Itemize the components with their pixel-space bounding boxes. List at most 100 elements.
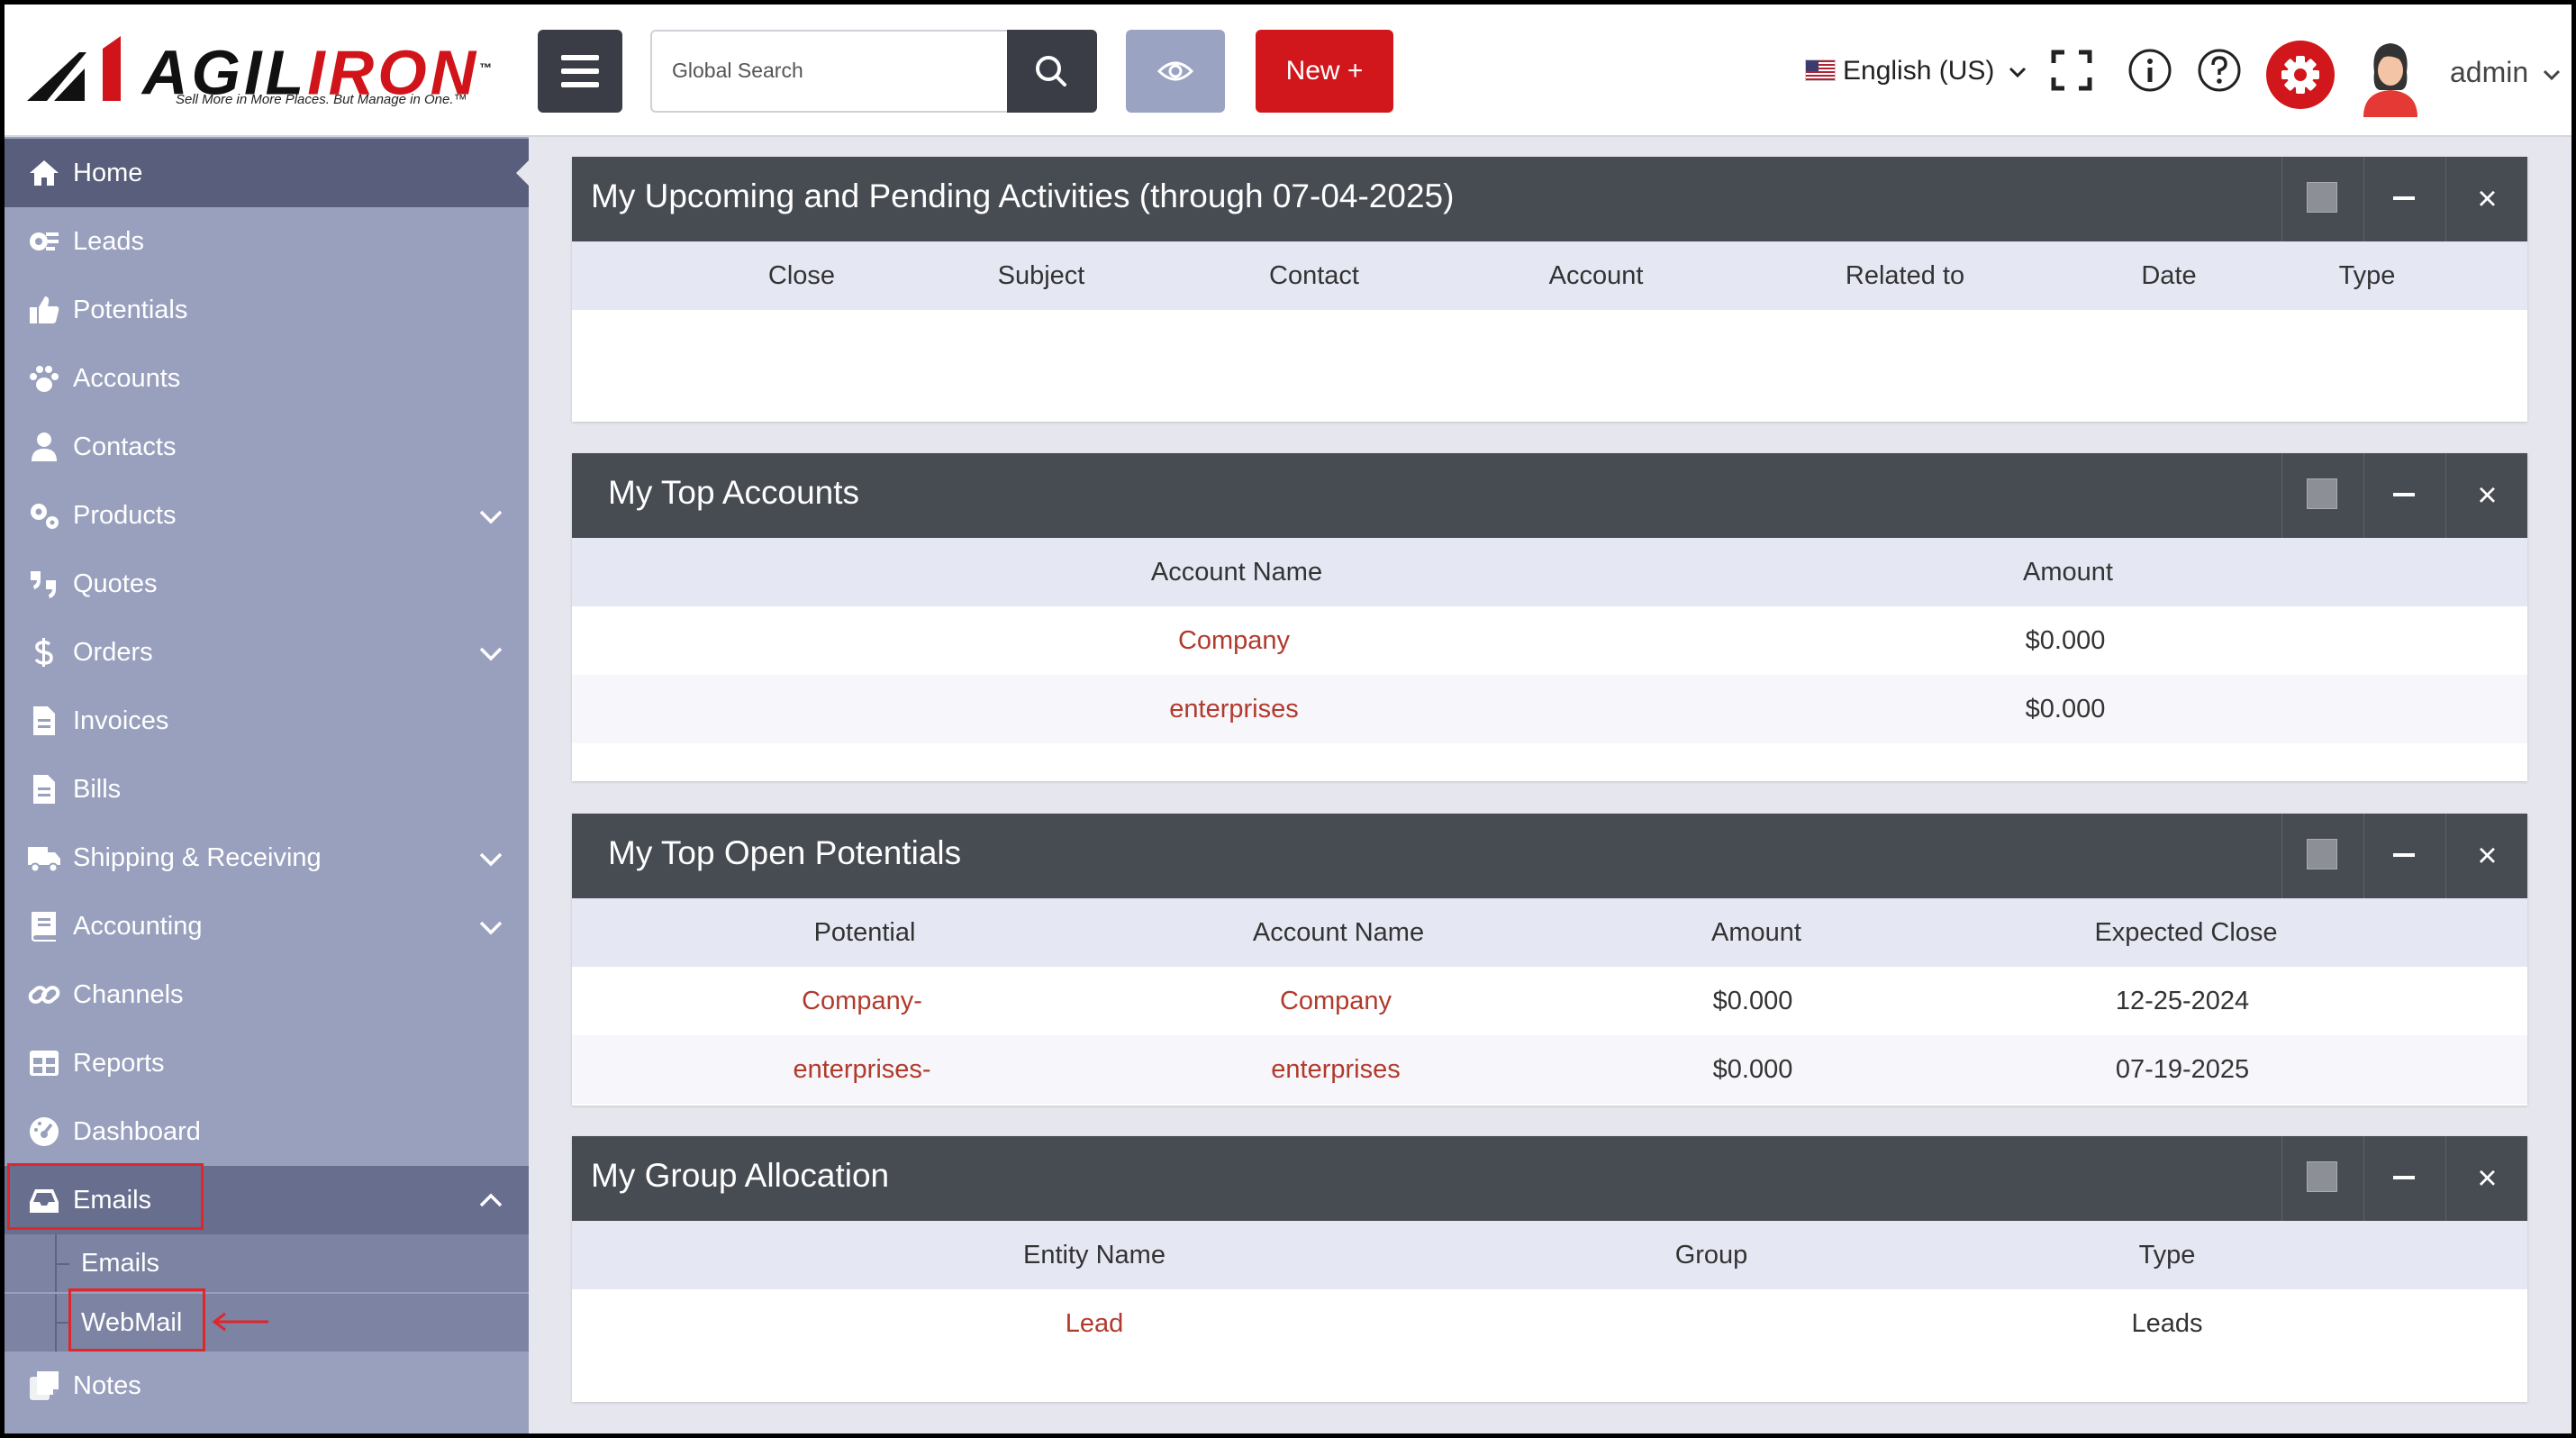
search-button[interactable] [1007, 30, 1097, 113]
highlight-box-webmail [68, 1288, 205, 1352]
global-search-input[interactable] [670, 32, 998, 109]
minus-icon [2393, 1176, 2415, 1179]
annotation-arrow-icon [212, 1312, 268, 1332]
table-row: enterprises- enterprises $0.000 07-19-20… [572, 1035, 2527, 1104]
user-icon [32, 432, 57, 461]
expected-close-cell: 12-25-2024 [2115, 987, 2250, 1015]
panel-close-button[interactable]: × [2445, 814, 2528, 898]
table-row: Company $0.000 [572, 606, 2527, 675]
panel-close-button[interactable]: × [2445, 1136, 2528, 1221]
minus-icon [2393, 853, 2415, 857]
new-button[interactable]: New + [1256, 30, 1393, 113]
column-header[interactable]: Account Name [1151, 538, 1322, 606]
panel-maximize-button[interactable] [2281, 157, 2364, 241]
sidebar-item-shipping-receiving[interactable]: Shipping & Receiving [5, 824, 529, 892]
sidebar-item-quotes[interactable]: Quotes [5, 550, 529, 618]
column-header[interactable]: Related to [1846, 241, 1964, 310]
column-header[interactable]: Type [2139, 1221, 2196, 1289]
sidebar-item-products[interactable]: Products [5, 481, 529, 550]
leads-icon [30, 232, 59, 250]
sidebar-item-contacts[interactable]: Contacts [5, 413, 529, 481]
panel-close-button[interactable]: × [2445, 453, 2528, 538]
sidebar-item-accounting[interactable]: Accounting [5, 892, 529, 960]
logo-tagline: Sell More in More Places. But Manage in … [176, 92, 467, 107]
column-header[interactable]: Contact [1269, 241, 1359, 310]
panel-minimize-button[interactable] [2363, 157, 2446, 241]
top-accounts-panel: My Top Accounts × Account Name Amount Co… [572, 453, 2527, 781]
expected-close-cell: 07-19-2025 [2115, 1055, 2250, 1084]
chevron-down-icon [479, 852, 503, 867]
sidebar-item-potentials[interactable]: Potentials [5, 276, 529, 344]
home-icon [30, 160, 59, 186]
global-search-field[interactable] [650, 30, 1007, 113]
sidebar-item-orders[interactable]: Orders [5, 618, 529, 687]
panel-minimize-button[interactable] [2363, 1136, 2446, 1221]
panel-close-button[interactable]: × [2445, 157, 2528, 241]
hamburger-menu-button[interactable] [538, 30, 622, 113]
panel-maximize-button[interactable] [2281, 453, 2364, 538]
account-link[interactable]: enterprises [1271, 1035, 1400, 1104]
panel-header: My Upcoming and Pending Activities (thro… [572, 157, 2527, 241]
sidebar-item-notes[interactable]: Notes [5, 1352, 529, 1420]
column-header[interactable]: Account [1549, 241, 1644, 310]
potential-link[interactable]: Company- [802, 967, 922, 1035]
column-header[interactable]: Type [2339, 241, 2396, 310]
chevron-down-icon [2543, 69, 2561, 80]
gear-icon [2281, 56, 2319, 94]
top-header: AGILIRON™ Sell More in More Places. But … [0, 0, 2576, 137]
chevron-up-icon [479, 1193, 503, 1207]
panel-maximize-button[interactable] [2281, 1136, 2364, 1221]
table-header: Potential Account Name Amount Expected C… [572, 898, 2527, 967]
sidebar-item-reports[interactable]: Reports [5, 1029, 529, 1097]
sidebar-item-leads[interactable]: Leads [5, 207, 529, 276]
highlight-box-emails [7, 1163, 204, 1230]
column-header[interactable]: Date [2141, 241, 2196, 310]
preview-toggle-button[interactable] [1126, 30, 1225, 113]
language-selector[interactable]: English (US) [1805, 56, 2029, 86]
sidebar-item-accounts[interactable]: Accounts [5, 344, 529, 413]
table-header: Entity Name Group Type [572, 1221, 2527, 1289]
settings-button[interactable] [2266, 41, 2335, 109]
column-header[interactable]: Potential [814, 898, 916, 967]
table-icon [30, 1051, 59, 1076]
amount-cell: $0.000 [1712, 1055, 1793, 1084]
search-icon [1036, 56, 1066, 86]
account-link[interactable]: Company [1178, 606, 1290, 675]
potential-link[interactable]: enterprises- [793, 1035, 930, 1104]
minus-icon [2393, 196, 2415, 200]
submenu-item-emails[interactable]: Emails [5, 1234, 529, 1292]
panel-maximize-button[interactable] [2281, 814, 2364, 898]
panel-minimize-button[interactable] [2363, 814, 2446, 898]
minus-icon [2393, 493, 2415, 496]
close-icon: × [2477, 837, 2498, 875]
column-header[interactable]: Expected Close [2094, 898, 2277, 967]
sidebar-item-home[interactable]: Home [5, 139, 529, 207]
close-icon: × [2477, 477, 2498, 514]
help-icon[interactable] [2194, 45, 2245, 96]
close-icon: × [2477, 180, 2498, 218]
column-header[interactable]: Amount [2023, 538, 2113, 606]
column-header[interactable]: Group [1675, 1221, 1748, 1289]
column-header[interactable]: Entity Name [1023, 1221, 1166, 1289]
account-link[interactable]: Company [1280, 967, 1392, 1035]
type-cell: Leads [2131, 1309, 2203, 1338]
sidebar-item-dashboard[interactable]: Dashboard [5, 1097, 529, 1166]
fullscreen-icon[interactable] [2046, 45, 2097, 96]
column-header[interactable]: Amount [1711, 898, 1801, 967]
sidebar-item-bills[interactable]: Bills [5, 755, 529, 824]
entity-link[interactable]: Lead [1066, 1289, 1124, 1358]
sidebar-item-invoices[interactable]: Invoices [5, 687, 529, 755]
info-icon[interactable] [2125, 45, 2175, 96]
column-header[interactable]: Account Name [1253, 898, 1424, 967]
menu-bar-icon [561, 68, 599, 74]
sidebar-item-channels[interactable]: Channels [5, 960, 529, 1029]
user-avatar-icon[interactable] [2354, 36, 2426, 117]
user-menu[interactable]: admin [2450, 56, 2563, 89]
table-header: Account Name Amount [572, 538, 2527, 606]
column-header[interactable]: Subject [998, 241, 1085, 310]
account-link[interactable]: enterprises [1169, 675, 1298, 743]
panel-minimize-button[interactable] [2363, 453, 2446, 538]
column-header[interactable]: Close [768, 241, 835, 310]
file-icon [33, 775, 55, 804]
agiliron-logo[interactable]: AGILIRON™ Sell More in More Places. But … [27, 36, 495, 113]
